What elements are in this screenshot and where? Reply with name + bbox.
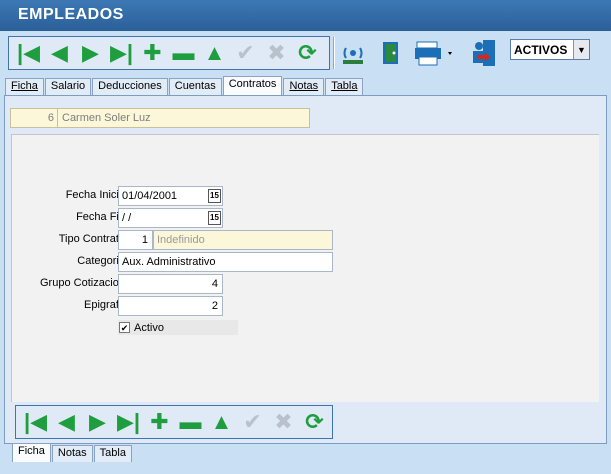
grupo-cotizacion-label: Grupo Cotizacion (40, 277, 125, 289)
edit-record-icon[interactable]: ▲ (206, 408, 237, 436)
bottom-tab-notas[interactable]: Notas (51, 445, 93, 462)
employee-number: 6 (11, 109, 58, 127)
delete-record-icon[interactable]: ▬ (175, 408, 206, 436)
fecha-inicio-label: Fecha Inicio (65, 189, 125, 201)
tipo-contrato-label: Tipo Contrato (58, 233, 125, 245)
post-record-icon[interactable]: ✔ (237, 408, 268, 436)
insert-record-icon[interactable]: ✚ (144, 408, 175, 436)
delete-record-icon[interactable]: ▬ (168, 39, 199, 67)
tab-ficha[interactable]: Ficha (5, 78, 44, 95)
next-record-icon[interactable]: ▶ (75, 39, 106, 67)
epigrafe-field[interactable]: 2 (118, 296, 223, 316)
cancel-record-icon[interactable]: ✖ (268, 408, 299, 436)
first-record-icon[interactable]: |◀ (20, 408, 51, 436)
antenna-icon[interactable] (338, 38, 368, 68)
fecha-inicio-field[interactable]: 01/04/2001 15 (118, 186, 223, 206)
tab-deducciones[interactable]: Deducciones (92, 78, 168, 95)
categoria-label: Categoria (77, 255, 125, 267)
calendar-icon[interactable]: 15 (208, 211, 221, 225)
contract-form: Fecha Inicio 01/04/2001 15 Fecha Fin / /… (11, 134, 599, 402)
tab-tabla[interactable]: Tabla (325, 78, 364, 95)
first-record-icon[interactable]: |◀ (13, 39, 44, 67)
print-icon[interactable] (414, 38, 458, 68)
tab-notas[interactable]: Notas (283, 78, 325, 95)
main-tabs: Ficha Salario Deducciones Cuentas Contra… (5, 76, 364, 95)
last-record-icon[interactable]: ▶| (113, 408, 144, 436)
prior-record-icon[interactable]: ◀ (44, 39, 75, 67)
chevron-down-icon[interactable]: ▼ (573, 40, 589, 59)
tipo-contrato-code-field[interactable]: 1 (118, 230, 153, 250)
tipo-contrato-description: Indefinido (153, 230, 333, 250)
status-filter-select[interactable]: ACTIVOS ▼ (510, 39, 590, 60)
epigrafe-label: Epigrafe (84, 299, 125, 311)
tab-contratos[interactable]: Contratos (222, 76, 283, 95)
calendar-icon[interactable]: 15 (208, 189, 221, 203)
status-filter-value: ACTIVOS (514, 42, 568, 57)
employee-name: Carmen Soler Luz (62, 112, 151, 124)
fecha-fin-field[interactable]: / / 15 (118, 208, 223, 228)
toolbar-separator (333, 37, 335, 69)
toolbar: |◀ ◀ ▶ ▶| ✚ ▬ ▲ ✔ ✖ ⟳ ACTIVOS ▼ (0, 31, 611, 76)
post-record-icon[interactable]: ✔ (230, 39, 261, 67)
bottom-tab-tabla[interactable]: Tabla (93, 445, 132, 462)
export-person-icon[interactable] (468, 38, 498, 68)
employee-header: 6 Carmen Soler Luz (10, 108, 310, 128)
record-navigator-bottom: |◀ ◀ ▶ ▶| ✚ ▬ ▲ ✔ ✖ ⟳ (15, 405, 333, 439)
cancel-record-icon[interactable]: ✖ (261, 39, 292, 67)
bottom-tabs: Ficha Notas Tabla (12, 443, 133, 462)
fecha-fin-label: Fecha Fin (76, 211, 125, 223)
tab-cuentas[interactable]: Cuentas (168, 78, 222, 95)
insert-record-icon[interactable]: ✚ (137, 39, 168, 67)
last-record-icon[interactable]: ▶| (106, 39, 137, 67)
next-record-icon[interactable]: ▶ (82, 408, 113, 436)
window-title: EMPLEADOS (0, 0, 611, 31)
edit-record-icon[interactable]: ▲ (199, 39, 230, 67)
refresh-icon[interactable]: ⟳ (299, 408, 330, 436)
bottom-tab-ficha[interactable]: Ficha (12, 443, 51, 462)
categoria-field[interactable]: Aux. Administrativo (118, 252, 333, 272)
activo-label: Activo (134, 321, 164, 334)
activo-checkbox[interactable]: ✔ Activo (118, 320, 238, 335)
prior-record-icon[interactable]: ◀ (51, 408, 82, 436)
exit-door-icon[interactable] (376, 38, 406, 68)
check-icon[interactable]: ✔ (119, 322, 130, 333)
tab-salario[interactable]: Salario (44, 78, 92, 95)
grupo-cotizacion-field[interactable]: 4 (118, 274, 223, 294)
record-navigator-top: |◀ ◀ ▶ ▶| ✚ ▬ ▲ ✔ ✖ ⟳ (8, 36, 330, 70)
refresh-icon[interactable]: ⟳ (292, 39, 323, 67)
